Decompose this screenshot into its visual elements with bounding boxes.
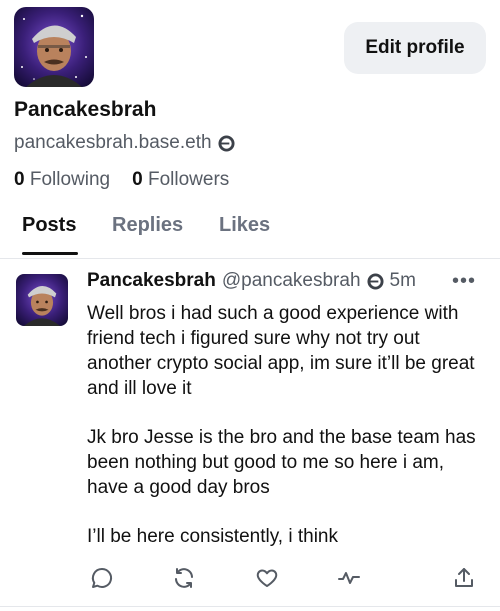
follow-stats: 0 Following 0 Followers: [14, 169, 229, 191]
followers-stat[interactable]: 0 Followers: [132, 169, 229, 191]
following-stat[interactable]: 0 Following: [14, 169, 110, 191]
tabs-divider: [0, 258, 500, 259]
post-timestamp: 5m: [389, 270, 416, 291]
post-body: Well bros i had such a good experience w…: [87, 301, 487, 573]
like-icon[interactable]: [253, 564, 281, 592]
profile-handle: pancakesbrah.base.eth: [14, 132, 212, 153]
share-icon[interactable]: [450, 564, 478, 592]
active-tab-indicator: [22, 252, 78, 255]
activity-icon[interactable]: [335, 564, 363, 592]
post-actions: [0, 564, 500, 594]
base-badge-icon: [218, 134, 235, 152]
profile-handle-row: pancakesbrah.base.eth: [14, 132, 235, 154]
post-paragraph: I’ll be here consistently, i think: [87, 526, 338, 547]
post-paragraph: Well bros i had such a good experience w…: [87, 303, 475, 399]
tab-replies[interactable]: Replies: [112, 214, 183, 237]
post-author-name[interactable]: Pancakesbrah: [87, 270, 216, 292]
profile-avatar[interactable]: [14, 7, 94, 87]
more-options-icon[interactable]: •••: [452, 270, 476, 293]
post-avatar-photo: [16, 274, 68, 326]
tab-likes[interactable]: Likes: [219, 214, 270, 237]
tab-posts[interactable]: Posts: [22, 214, 76, 237]
repost-icon[interactable]: [170, 564, 198, 592]
base-badge-icon: [366, 272, 384, 290]
post-author-avatar[interactable]: [16, 274, 68, 326]
profile-avatar-photo: [14, 7, 94, 87]
profile-tabs: Posts Replies Likes: [0, 212, 500, 256]
profile-display-name: Pancakesbrah: [14, 98, 157, 121]
post-author-handle[interactable]: @pancakesbrah: [222, 270, 361, 292]
post-header: Pancakesbrah @pancakesbrah 5m: [87, 270, 416, 292]
reply-icon[interactable]: [88, 564, 116, 592]
edit-profile-button[interactable]: Edit profile: [344, 22, 486, 74]
post-paragraph: Jk bro Jesse is the bro and the base tea…: [87, 427, 476, 498]
bottom-divider: [0, 606, 500, 607]
